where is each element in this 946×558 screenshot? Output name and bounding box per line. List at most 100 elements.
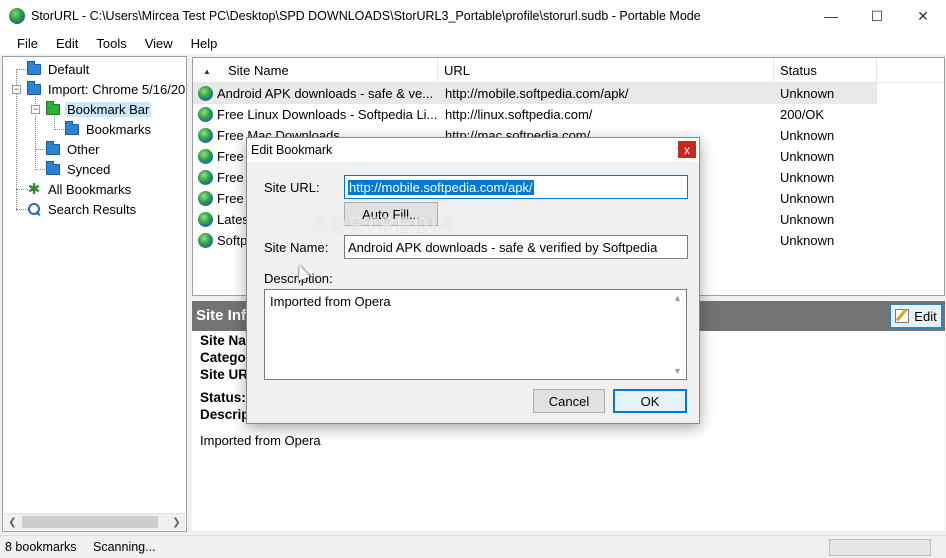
tree-item-synced[interactable]: Synced xyxy=(46,159,112,179)
list-item[interactable]: Free Linux Downloads - Softpedia Li... h… xyxy=(193,104,877,125)
column-header-url[interactable]: URL xyxy=(438,58,774,83)
description-scrollbar[interactable]: ▲ ▼ xyxy=(669,290,686,379)
column-header-status[interactable]: Status xyxy=(774,58,877,83)
status-bar: 8 bookmarks Scanning... xyxy=(0,535,946,558)
site-status: Unknown xyxy=(780,191,835,206)
tree-item-import-chrome[interactable]: Import: Chrome 5/16/2017 xyxy=(27,79,187,99)
app-globe-icon xyxy=(9,8,25,24)
site-status: Unknown xyxy=(780,128,835,143)
globe-icon xyxy=(198,149,213,164)
site-name: Softp xyxy=(217,233,248,248)
window-title: StorURL - C:\Users\Mircea Test PC\Deskto… xyxy=(31,9,701,23)
edit-bookmark-dialog[interactable]: Edit Bookmark x Site URL: http://mobile.… xyxy=(246,137,700,424)
description-value: Imported from Opera xyxy=(270,294,391,309)
folder-icon xyxy=(46,160,60,175)
scan-status: Scanning... xyxy=(93,540,156,554)
bookmark-count: 8 bookmarks xyxy=(5,540,77,554)
menu-tools[interactable]: Tools xyxy=(87,36,135,51)
edit-button-label: Edit xyxy=(914,308,937,324)
column-label: URL xyxy=(444,63,471,78)
tree-horizontal-scrollbar[interactable]: ❮ ❯ xyxy=(4,513,185,530)
tree-item-label: Bookmark Bar xyxy=(65,101,152,117)
scan-progress-bar xyxy=(829,539,931,556)
site-url: http://mobile.softpedia.com/apk/ xyxy=(445,86,629,101)
menu-view[interactable]: View xyxy=(136,36,182,51)
menu-bar: File Edit Tools View Help xyxy=(0,32,946,54)
tree-item-label: Bookmarks xyxy=(86,121,152,137)
globe-icon xyxy=(198,86,213,101)
cancel-button[interactable]: Cancel xyxy=(533,389,605,413)
tree-item-label: Default xyxy=(48,61,90,77)
info-description-text: Imported from Opera xyxy=(200,433,321,448)
site-name: Android APK downloads - safe & ve... xyxy=(217,86,434,101)
site-name: Free Linux Downloads - Softpedia Li... xyxy=(217,107,436,122)
title-bar[interactable]: StorURL - C:\Users\Mircea Test PC\Deskto… xyxy=(0,0,946,32)
maximize-button[interactable]: ☐ xyxy=(854,0,900,32)
window-controls: — ☐ ✕ xyxy=(808,0,946,32)
collapse-toggle[interactable]: − xyxy=(12,85,21,94)
globe-icon xyxy=(198,128,213,143)
scroll-right-arrow-icon[interactable]: ❯ xyxy=(168,514,185,531)
tree-item-all-bookmarks[interactable]: ✱ All Bookmarks xyxy=(27,179,133,199)
auto-fill-button[interactable]: Auto Fill... xyxy=(344,202,438,226)
tree-item-label: Other xyxy=(67,141,100,157)
tree-item-default[interactable]: Default xyxy=(27,59,91,79)
site-url-label: Site URL: xyxy=(264,180,320,195)
folder-icon xyxy=(27,80,41,95)
dialog-close-button[interactable]: x xyxy=(678,141,696,158)
site-status: 200/OK xyxy=(780,107,825,122)
site-status: Unknown xyxy=(780,233,835,248)
globe-icon xyxy=(198,212,213,227)
scroll-thumb[interactable] xyxy=(22,516,158,528)
site-status: Unknown xyxy=(780,170,835,185)
ok-button[interactable]: OK xyxy=(613,389,687,413)
site-info-title: Site Inf xyxy=(196,307,247,324)
info-label-category: Categor xyxy=(200,350,252,365)
site-url-input[interactable]: http://mobile.softpedia.com/apk/ xyxy=(344,175,688,199)
globe-icon xyxy=(198,107,213,122)
tree-item-label: Import: Chrome 5/16/2017 xyxy=(48,81,187,97)
globe-icon xyxy=(198,191,213,206)
description-textarea[interactable]: Imported from Opera ▲ ▼ xyxy=(264,289,687,380)
tree-item-label: Synced xyxy=(67,161,111,177)
sort-ascending-icon: ▲ xyxy=(203,67,211,76)
site-name-label: Site Name: xyxy=(264,240,329,255)
dialog-title: Edit Bookmark xyxy=(251,143,333,157)
close-button[interactable]: ✕ xyxy=(900,0,946,32)
column-header-site-name[interactable]: ▲ Site Name xyxy=(193,58,438,83)
tree-item-other[interactable]: Other xyxy=(46,139,102,159)
scroll-up-arrow-icon[interactable]: ▲ xyxy=(673,293,682,303)
folder-icon xyxy=(46,140,60,155)
site-url-value: http://mobile.softpedia.com/apk/ xyxy=(348,179,534,195)
site-name-value: Android APK downloads - safe & verified … xyxy=(348,239,658,255)
tree-item-bookmarks[interactable]: Bookmarks xyxy=(65,119,153,139)
scroll-left-arrow-icon[interactable]: ❮ xyxy=(4,514,21,531)
edit-button[interactable]: Edit xyxy=(889,303,943,329)
tree-item-label: All Bookmarks xyxy=(48,181,132,197)
site-status: Unknown xyxy=(780,212,835,227)
tree-item-search-results[interactable]: Search Results xyxy=(27,199,138,219)
dialog-title-bar[interactable]: Edit Bookmark x xyxy=(247,138,699,162)
menu-help[interactable]: Help xyxy=(182,36,227,51)
site-status: Unknown xyxy=(780,149,835,164)
collapse-toggle[interactable]: − xyxy=(31,105,40,114)
site-name-input[interactable]: Android APK downloads - safe & verified … xyxy=(344,235,688,259)
list-header: ▲ Site Name URL Status xyxy=(193,58,944,83)
star-icon: ✱ xyxy=(27,181,41,198)
minimize-button[interactable]: — xyxy=(808,0,854,32)
list-item[interactable]: Android APK downloads - safe & ve... htt… xyxy=(193,83,877,104)
column-label: Site Name xyxy=(228,63,289,78)
folder-icon xyxy=(65,120,79,135)
folder-icon xyxy=(27,60,41,75)
tree-item-label: Search Results xyxy=(48,201,137,217)
info-label-status: Status: xyxy=(200,390,246,405)
globe-icon xyxy=(198,170,213,185)
menu-file[interactable]: File xyxy=(8,36,47,51)
category-tree[interactable]: − − Default Import: Chrome 5/16/2017 Boo… xyxy=(2,56,187,532)
tree-item-bookmark-bar[interactable]: Bookmark Bar xyxy=(46,99,152,119)
scroll-down-arrow-icon[interactable]: ▼ xyxy=(673,366,682,376)
menu-edit[interactable]: Edit xyxy=(47,36,87,51)
site-status: Unknown xyxy=(780,86,835,101)
folder-green-icon xyxy=(46,100,60,115)
edit-icon xyxy=(895,309,910,323)
